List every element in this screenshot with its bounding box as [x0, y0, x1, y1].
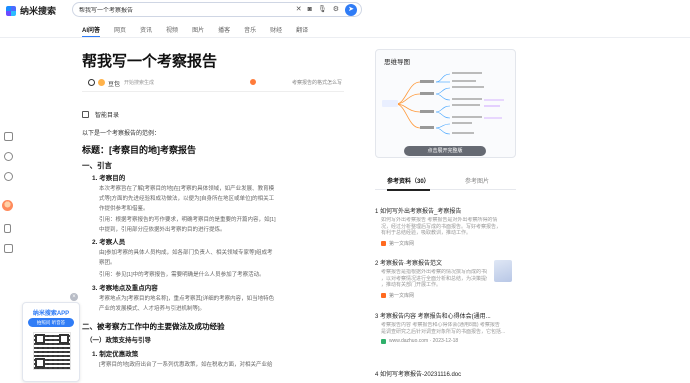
mindmap-card[interactable]: 思维导图 点击展开完整版	[375, 49, 516, 158]
author-name: 豆包	[108, 82, 121, 88]
section-heading: 二、被考察方工作中的主要做法及成功经验	[82, 322, 225, 331]
source-icon	[381, 240, 386, 246]
camera-icon[interactable]: ◙	[308, 4, 312, 16]
reference-source: 第一文库网	[375, 292, 516, 299]
paragraph-line: 察团。	[99, 260, 116, 266]
paragraph-line: 式等]方面的先进经验和成功做法，以便为[自身所在地区或单位]的相关工	[99, 196, 275, 202]
expand-mindmap-button[interactable]: 点击展开完整版	[404, 146, 486, 156]
subsection-heading: 1. 制定优惠政策	[92, 351, 139, 358]
search-bar: ✕ ◙ 🎙 ⚙ ➤	[72, 2, 362, 17]
mic-icon[interactable]: 🎙	[318, 4, 327, 16]
reference-title[interactable]: 4 如何写考察报告-20231116.doc	[375, 369, 516, 378]
clear-icon[interactable]: ✕	[296, 4, 302, 16]
toc-icon	[82, 111, 89, 118]
mindmap-graphic	[382, 72, 504, 135]
reference-snippet: 考察报告内容 考察报告和心得体会(通用8篇) 考察报告 是调查研究之后针对调查对象…	[381, 322, 506, 335]
promo-badge: 拍照问 听音答	[28, 318, 74, 327]
history-icon[interactable]	[4, 132, 13, 141]
reference-tabs: 参考资料（30） 参考图片	[375, 176, 516, 191]
reference-item[interactable]: 3 考察报告内容 考察报告和心得体会(通用... 考察报告内容 考察报告和心得体…	[375, 311, 516, 344]
paragraph-line: 考察地点为[考察目的地名称]，重点考察其[详细的考察内容，如当地特色	[99, 296, 275, 302]
toc-label: 智能目录	[95, 113, 120, 119]
reference-snippet: 如何写外出考察报告 考察报告是对外出考察所得的情 况，经过分析整理后写成的书面报告…	[381, 217, 502, 236]
paragraph-line: 引用：参见[1]中的考察报告，需要明确是什么人员参加了考察活动。	[99, 272, 265, 278]
subsection-heading: （一）政策支持与引导	[86, 337, 151, 344]
qr-corner	[35, 358, 45, 368]
star-icon[interactable]	[4, 152, 13, 161]
paragraph-line: 引用：根据考察报告的写作要求，明确考察目的是重要的开篇内容，如[1]	[99, 217, 276, 223]
theme-icon[interactable]	[88, 79, 95, 86]
tab-references[interactable]: 参考资料（30）	[387, 176, 430, 191]
app-logo[interactable]: 纳米搜索	[6, 4, 56, 17]
paragraph-line: [考察目的地]政府出台了一系列优惠政策，如在税收方面，对相关产业给	[99, 362, 273, 368]
reference-title[interactable]: 1 如何写外出考察报告_考察报告	[375, 206, 516, 215]
qr-corner	[59, 334, 69, 344]
settings-icon[interactable]: ⚙	[333, 4, 339, 16]
tab-reference-images[interactable]: 参考图片	[465, 176, 489, 185]
search-input[interactable]	[79, 6, 279, 13]
author-avatar	[98, 79, 105, 86]
section-heading: 一、引言	[82, 161, 112, 170]
reference-item[interactable]: 2 考察报告·考察报告范文 考察报告是指根据外出考察的情况撰写而成的书面文章，以…	[375, 258, 516, 299]
source-icon	[381, 338, 386, 344]
logo-icon	[6, 5, 16, 16]
reference-snippet: 考察报告是指根据外出考察的情况撰写而成的书面文章，以对考察情况进行全面分析和总结…	[381, 269, 487, 288]
answer-meta: 豆包 开始搜索生成 考察报告的格式怎么写	[82, 76, 344, 92]
gear-icon[interactable]	[4, 172, 13, 181]
subsection-heading: 3. 考察地点及重点内容	[92, 285, 158, 292]
reference-item[interactable]: 4 如何写考察报告-20231116.doc	[375, 369, 516, 378]
reference-source: 第一文库网	[375, 240, 516, 247]
source-icon	[381, 292, 386, 298]
close-promo-button[interactable]: ×	[70, 293, 78, 301]
avatar[interactable]	[2, 200, 13, 211]
paragraph-line: 本次考察旨在了解[考察目的地]在[考察的具体领域，如产业发展、教育模	[99, 186, 275, 192]
page-title: 帮我写一个考察报告	[82, 53, 218, 70]
subsection-heading: 1. 考察目的	[92, 175, 126, 182]
send-button[interactable]: ➤	[345, 4, 357, 16]
intro-text: 以下是一个考察报告的范例：	[82, 131, 161, 137]
toc-toggle[interactable]: 智能目录	[82, 110, 119, 119]
header-divider	[0, 37, 690, 38]
related-query[interactable]: 考察报告的格式怎么写	[292, 79, 342, 86]
reference-item[interactable]: 1 如何写外出考察报告_考察报告 如何写外出考察报告 考察报告是对外出考察所得的…	[375, 206, 516, 247]
report-heading: 标题：[考察目的地]考察报告	[82, 145, 196, 155]
app-promo-card: 纳米搜索APP 拍照问 听音答	[22, 302, 80, 382]
edit-icon[interactable]	[4, 244, 13, 253]
qr-code	[33, 332, 71, 370]
author-note: 开始搜索生成	[124, 80, 155, 86]
paragraph-line: 作提供参考和借鉴。	[99, 206, 149, 212]
related-icon	[250, 79, 256, 85]
app-name: 纳米搜索	[20, 6, 57, 16]
qr-corner	[35, 334, 45, 344]
promo-title: 纳米搜索APP	[32, 311, 70, 317]
reference-source: www.dazhuo.com · 2023-12-18	[375, 338, 516, 344]
paragraph-line: 产业的发展模式、人才培养与引进机制等]。	[99, 306, 206, 312]
paragraph-line: 由[参加考察的具体人员构成，如各部门负责人、相关领域专家等]组成考	[99, 250, 273, 256]
paragraph-line: 中提到，引用部分应依据外出考察的目的进行提炼。	[99, 227, 226, 233]
reference-title[interactable]: 3 考察报告内容 考察报告和心得体会(通用...	[375, 311, 516, 320]
phone-icon[interactable]	[4, 224, 11, 233]
reference-thumbnail[interactable]	[494, 260, 512, 282]
subsection-heading: 2. 考察人员	[92, 239, 126, 246]
